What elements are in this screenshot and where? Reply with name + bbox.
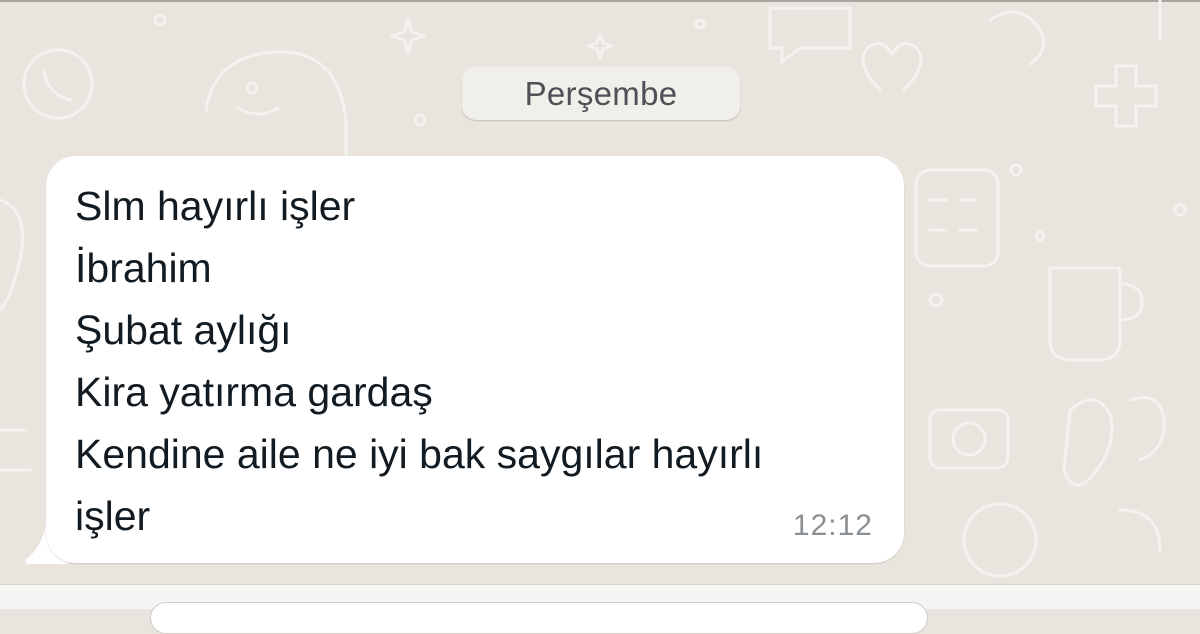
message-line: işler <box>75 493 151 539</box>
message-timestamp: 12:12 <box>792 509 873 542</box>
message-line: Kendine aile ne iyi bak saygılar hayırlı <box>75 431 764 477</box>
incoming-message-bubble[interactable]: Slm hayırlı işler İbrahim Şubat aylığı K… <box>46 156 904 563</box>
date-separator-label: Perşembe <box>524 74 678 112</box>
message-text: Slm hayırlı işler İbrahim Şubat aylığı K… <box>75 175 875 547</box>
message-input[interactable] <box>150 602 928 634</box>
window-top-edge <box>0 0 1200 2</box>
message-line: Şubat aylığı <box>75 307 292 353</box>
date-separator: Perşembe <box>462 67 740 120</box>
message-line: İbrahim <box>75 245 212 291</box>
message-line: Slm hayırlı işler <box>75 183 356 229</box>
message-line: Kira yatırma gardaş <box>75 369 433 415</box>
